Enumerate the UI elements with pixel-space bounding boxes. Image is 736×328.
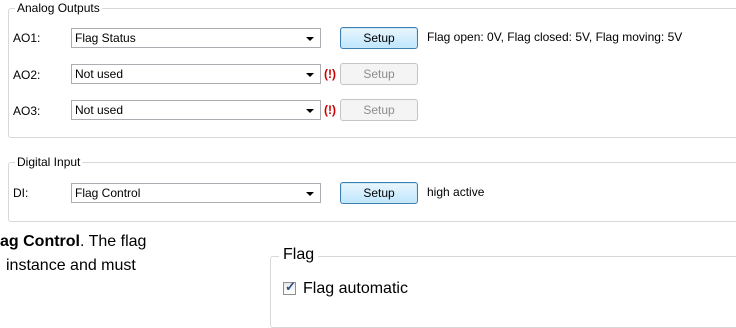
body-text-line2: instance and must [6,257,136,274]
ao1-label: AO1: [13,31,41,45]
ao2-warning-icon: (!) [324,67,336,81]
body-text-bold: ag Control [0,233,80,250]
ao3-select-value: Not used [75,103,124,117]
di-select-value: Flag Control [75,186,141,200]
ao3-select[interactable]: Not used [71,100,321,120]
chevron-down-icon [306,109,314,113]
di-select[interactable]: Flag Control [71,183,321,203]
di-description: high active [427,185,485,199]
ao3-label: AO3: [13,104,41,118]
chevron-down-icon [306,37,314,41]
ao2-setup-button[interactable]: Setup [340,63,418,85]
di-setup-button[interactable]: Setup [340,182,418,204]
ao1-description: Flag open: 0V, Flag closed: 5V, Flag mov… [427,30,683,44]
ao2-label: AO2: [13,68,41,82]
ao3-warning-icon: (!) [324,103,336,117]
analog-outputs-group: Analog Outputs AO1: Flag Status Setup Fl… [8,1,736,138]
ao3-setup-button[interactable]: Setup [340,99,418,121]
flag-automatic-label[interactable]: Flag automatic [303,279,408,299]
ao2-select[interactable]: Not used [71,64,321,84]
chevron-down-icon [306,192,314,196]
di-label: DI: [13,186,29,200]
analog-outputs-title: Analog Outputs [15,1,102,15]
digital-input-title: Digital Input [15,155,83,169]
body-text-rest: . The flag [80,233,147,250]
ao1-setup-button[interactable]: Setup [340,27,418,49]
ao2-select-value: Not used [75,67,124,81]
ao1-select[interactable]: Flag Status [71,28,321,48]
flag-automatic-checkbox[interactable]: ✓ [283,279,296,295]
digital-input-group: Digital Input DI: Flag Control Setup hig… [8,155,736,222]
ao1-select-value: Flag Status [75,31,136,45]
check-icon: ✓ [285,279,296,294]
flag-group: Flag ✓ Flag automatic [270,245,736,328]
body-text-line1: ag Control. The flag [0,232,146,252]
chevron-down-icon [306,73,314,77]
flag-group-title: Flag [279,245,319,265]
